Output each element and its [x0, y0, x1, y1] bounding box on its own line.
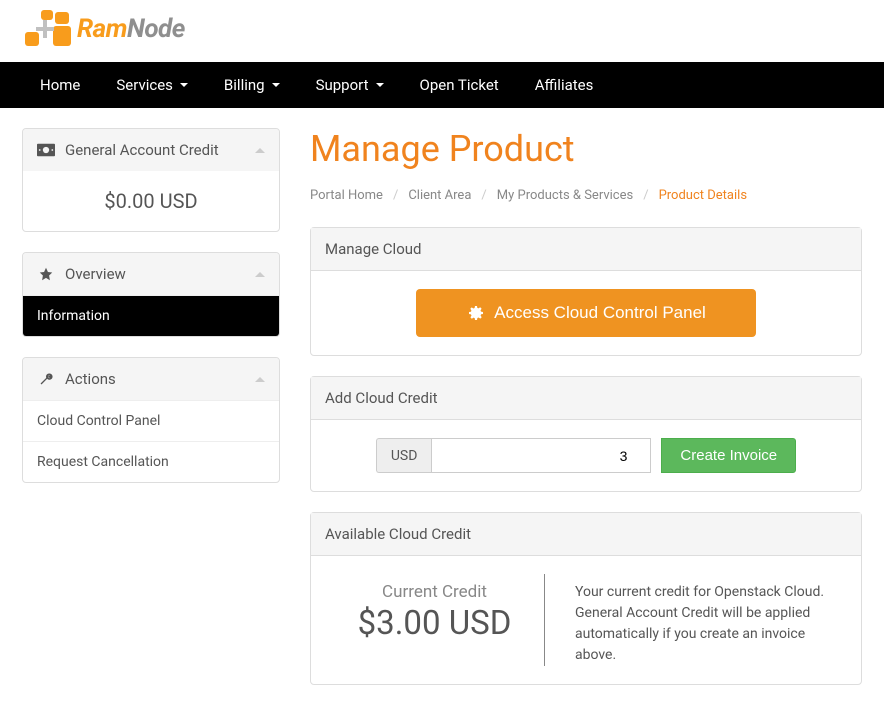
- main-content: Manage Product Portal Home / Client Area…: [310, 128, 862, 705]
- credit-amount-input[interactable]: [431, 438, 651, 473]
- caret-down-icon: [180, 83, 188, 87]
- logo-text: RamNode: [77, 14, 185, 44]
- sidebar-item-request-cancellation[interactable]: Request Cancellation: [23, 441, 279, 482]
- panel-title: Actions: [65, 370, 116, 388]
- panel-account-credit: General Account Credit $0.00 USD: [22, 128, 280, 232]
- gear-icon: [466, 304, 484, 322]
- nav-home[interactable]: Home: [22, 62, 98, 108]
- breadcrumb: Portal Home / Client Area / My Products …: [310, 188, 862, 203]
- navbar: Home Services Billing Support Open Ticke…: [0, 62, 884, 108]
- nav-support[interactable]: Support: [298, 62, 402, 108]
- nav-billing[interactable]: Billing: [206, 62, 298, 108]
- panel-head-overview[interactable]: Overview: [23, 253, 279, 295]
- panel-head-account-credit[interactable]: General Account Credit: [23, 129, 279, 171]
- breadcrumb-client-area[interactable]: Client Area: [408, 188, 471, 203]
- card-title: Manage Cloud: [311, 228, 861, 271]
- breadcrumb-current: Product Details: [659, 188, 747, 203]
- logo[interactable]: RamNode: [25, 10, 859, 48]
- panel-actions: Actions Cloud Control Panel Request Canc…: [22, 357, 280, 483]
- currency-label: USD: [376, 438, 432, 473]
- panel-title: Overview: [65, 265, 126, 283]
- panel-head-actions[interactable]: Actions: [23, 358, 279, 400]
- card-available-cloud-credit: Available Cloud Credit Current Credit $3…: [310, 512, 862, 685]
- caret-down-icon: [272, 83, 280, 87]
- nav-affiliates[interactable]: Affiliates: [517, 62, 612, 108]
- credit-description: Your current credit for Openstack Cloud.…: [575, 574, 847, 666]
- breadcrumb-separator: /: [643, 188, 648, 203]
- money-icon: [37, 143, 55, 157]
- breadcrumb-separator: /: [393, 188, 398, 203]
- header: RamNode: [0, 0, 884, 62]
- chevron-up-icon: [255, 272, 265, 277]
- sidebar: General Account Credit $0.00 USD Overvie…: [22, 128, 280, 503]
- current-credit-label: Current Credit: [325, 582, 544, 602]
- nav-open-ticket[interactable]: Open Ticket: [402, 62, 517, 108]
- card-manage-cloud: Manage Cloud Access Cloud Control Panel: [310, 227, 862, 356]
- card-title: Add Cloud Credit: [311, 377, 861, 420]
- sidebar-item-cloud-control-panel[interactable]: Cloud Control Panel: [23, 400, 279, 441]
- star-icon: [37, 267, 55, 281]
- breadcrumb-portal-home[interactable]: Portal Home: [310, 188, 383, 203]
- page-title: Manage Product: [310, 128, 862, 170]
- account-credit-amount: $0.00 USD: [37, 189, 265, 213]
- chevron-up-icon: [255, 148, 265, 153]
- card-title: Available Cloud Credit: [311, 513, 861, 556]
- breadcrumb-my-products[interactable]: My Products & Services: [497, 188, 633, 203]
- access-cloud-control-panel-button[interactable]: Access Cloud Control Panel: [416, 289, 756, 337]
- sidebar-item-information[interactable]: Information: [23, 295, 279, 336]
- panel-overview: Overview Information: [22, 252, 280, 337]
- nav-services[interactable]: Services: [98, 62, 206, 108]
- chevron-up-icon: [255, 377, 265, 382]
- breadcrumb-separator: /: [481, 188, 486, 203]
- create-invoice-button[interactable]: Create Invoice: [661, 438, 796, 473]
- caret-down-icon: [376, 83, 384, 87]
- wrench-icon: [37, 372, 55, 386]
- logo-icon: [25, 10, 69, 48]
- panel-title: General Account Credit: [65, 141, 219, 159]
- card-add-cloud-credit: Add Cloud Credit USD Create Invoice: [310, 376, 862, 492]
- current-credit-amount: $3.00 USD: [325, 604, 544, 643]
